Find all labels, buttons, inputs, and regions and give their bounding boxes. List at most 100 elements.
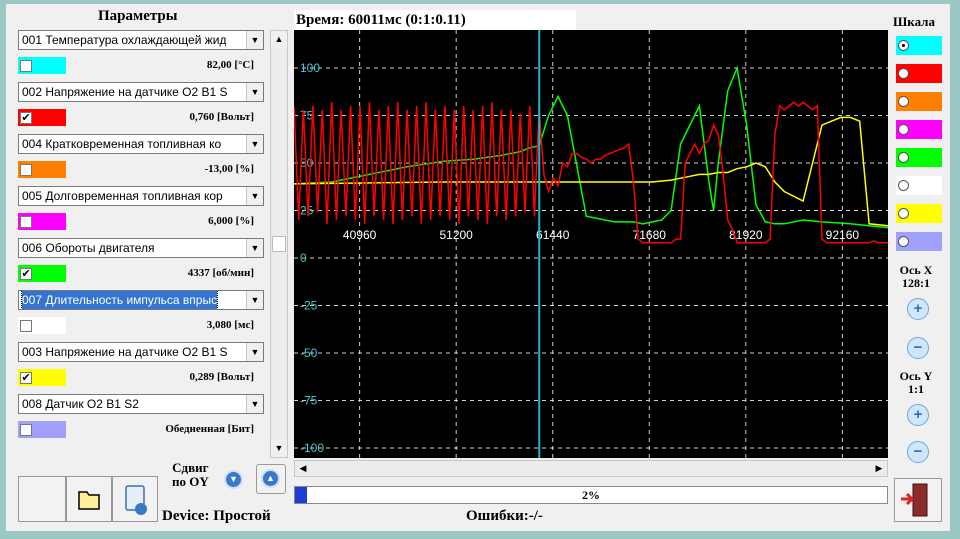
param-select-text: 008 Датчик O2 B1 S2 <box>22 397 139 411</box>
scroll-thumb[interactable] <box>272 236 286 252</box>
scroll-up-button[interactable]: ▲ <box>271 31 287 48</box>
param-select-text: 002 Напряжение на датчике O2 B1 S <box>22 85 228 99</box>
param-select-5[interactable]: 006 Обороты двигателя ▼ <box>18 238 264 258</box>
blank-button[interactable] <box>18 476 66 522</box>
param-select-4[interactable]: 005 Долговременная топливная кор ▼ <box>18 186 264 206</box>
dropdown-arrow-icon[interactable]: ▼ <box>246 291 263 309</box>
scale-radio[interactable] <box>898 68 909 79</box>
param-visible-checkbox[interactable] <box>20 164 32 176</box>
y-tick-label: 25 <box>300 204 314 218</box>
param-select-8[interactable]: 008 Датчик O2 B1 S2 ▼ <box>18 394 264 414</box>
scale-color-option[interactable] <box>896 204 942 223</box>
scale-radio[interactable] <box>898 40 909 51</box>
chart-area[interactable]: 1007550250-25-50-75-10040960 51200 61440 71… <box>294 30 888 458</box>
scale-radio[interactable] <box>898 96 909 107</box>
folder-icon <box>78 491 100 510</box>
scale-color-option[interactable] <box>896 36 942 55</box>
scale-radio[interactable] <box>898 236 909 247</box>
param-select-3[interactable]: 004 Кратковременная топливная ко ▼ <box>18 134 264 154</box>
chart-hscrollbar[interactable]: ◀ ▶ <box>294 460 888 477</box>
param-value: 6,000 [%] <box>208 215 254 227</box>
scale-color-option[interactable] <box>896 92 942 111</box>
params-title: Параметры <box>98 8 178 24</box>
scale-radio[interactable] <box>898 124 909 135</box>
param-value: 0,289 [Вольт] <box>189 371 255 383</box>
progress-bar: 2% <box>294 486 888 504</box>
param-select-6[interactable]: 007 Длительность импульса впрыс ▼ <box>18 290 264 310</box>
param-select-1[interactable]: 001 Температура охлаждающей жид ▼ <box>18 30 264 50</box>
y-tick-label: 100 <box>300 61 320 75</box>
param-select-text: 005 Долговременная топливная кор <box>22 189 223 203</box>
zoom-x-out-button[interactable]: − <box>907 337 929 359</box>
scale-title: Шкала <box>893 14 935 29</box>
y-tick-label: -25 <box>300 299 318 313</box>
param-visible-checkbox[interactable] <box>20 320 32 332</box>
scale-radio[interactable] <box>898 208 909 219</box>
param-select-2[interactable]: 002 Напряжение на датчике O2 B1 S ▼ <box>18 82 264 102</box>
param-visible-checkbox[interactable] <box>20 60 32 72</box>
scale-color-option[interactable] <box>896 176 942 195</box>
dropdown-arrow-icon[interactable]: ▼ <box>246 395 263 413</box>
dropdown-arrow-icon[interactable]: ▼ <box>246 31 263 49</box>
shift-label-line1: Сдвиг <box>172 460 209 475</box>
param-value: 82,00 [°C] <box>206 59 254 71</box>
zoom-y-in-button[interactable]: + <box>907 404 929 426</box>
progress-text: 2% <box>582 488 600 502</box>
param-select-text: 004 Кратковременная топливная ко <box>22 137 222 151</box>
param-select-text: 006 Обороты двигателя <box>22 241 155 255</box>
open-folder-button[interactable] <box>66 476 112 522</box>
scroll-right-button[interactable]: ▶ <box>871 461 887 476</box>
param-select-text: 001 Температура охлаждающей жид <box>22 33 227 47</box>
param-visible-checkbox[interactable]: ✔ <box>20 112 32 124</box>
param-select-7[interactable]: 003 Напряжение на датчике O2 B1 S ▼ <box>18 342 264 362</box>
x-tick-label: 51200 <box>439 228 473 242</box>
shift-up-icon: ▲ <box>261 469 280 488</box>
param-value: 4337 [об/мин] <box>187 267 254 279</box>
scale-color-option[interactable] <box>896 120 942 139</box>
param-value: 0,760 [Вольт] <box>189 111 255 123</box>
x-tick-label: 40960 <box>343 228 377 242</box>
scroll-down-button[interactable]: ▼ <box>271 440 287 457</box>
exit-button[interactable] <box>894 478 942 522</box>
scale-color-option[interactable] <box>896 148 942 167</box>
params-scrollbar[interactable]: ▲ ▼ <box>270 30 288 458</box>
shift-down-button[interactable]: ▼ <box>224 470 243 489</box>
scale-color-option[interactable] <box>896 232 942 251</box>
save-document-button[interactable] <box>112 476 158 522</box>
param-select-text: 007 Длительность импульса впрыс <box>20 291 219 309</box>
zoom-y-out-button[interactable]: − <box>907 441 929 463</box>
device-status: Device: Простой <box>162 508 271 524</box>
exit-door-icon <box>901 483 928 517</box>
shift-up-frame[interactable]: ▲ <box>256 464 286 494</box>
dropdown-arrow-icon[interactable]: ▼ <box>246 83 263 101</box>
param-visible-checkbox[interactable]: ✔ <box>20 268 32 280</box>
axis-x-ratio: 128:1 <box>902 276 930 290</box>
y-tick-label: -50 <box>300 346 318 360</box>
dropdown-arrow-icon[interactable]: ▼ <box>246 187 263 205</box>
param-value: -13,00 [%] <box>204 163 255 175</box>
axis-y-ratio: 1:1 <box>908 382 924 396</box>
dropdown-arrow-icon[interactable]: ▼ <box>246 343 263 361</box>
shift-label-line2: по OY <box>172 474 209 489</box>
zoom-x-in-button[interactable]: + <box>907 298 929 320</box>
param-value: 3,080 [мс] <box>206 319 254 331</box>
errors-status: Ошибки:-/- <box>466 508 543 524</box>
scale-radio[interactable] <box>898 152 909 163</box>
x-tick-label: 61440 <box>536 228 570 242</box>
param-visible-checkbox[interactable]: ✔ <box>20 372 32 384</box>
param-visible-checkbox[interactable] <box>20 424 32 436</box>
param-visible-checkbox[interactable] <box>20 216 32 228</box>
plot-background <box>294 30 888 458</box>
scroll-left-button[interactable]: ◀ <box>295 461 311 476</box>
scale-color-option[interactable] <box>896 64 942 83</box>
shift-label: Сдвиг по OY <box>172 461 209 489</box>
scale-radio[interactable] <box>898 180 909 191</box>
y-tick-label: 0 <box>300 251 307 265</box>
y-tick-label: -75 <box>300 394 318 408</box>
param-value: Обедненная [Бит] <box>165 423 254 435</box>
document-icon <box>125 485 147 515</box>
dropdown-arrow-icon[interactable]: ▼ <box>246 135 263 153</box>
param-select-text: 003 Напряжение на датчике O2 B1 S <box>22 345 228 359</box>
axis-y-label: Ось Y 1:1 <box>886 370 946 396</box>
dropdown-arrow-icon[interactable]: ▼ <box>246 239 263 257</box>
